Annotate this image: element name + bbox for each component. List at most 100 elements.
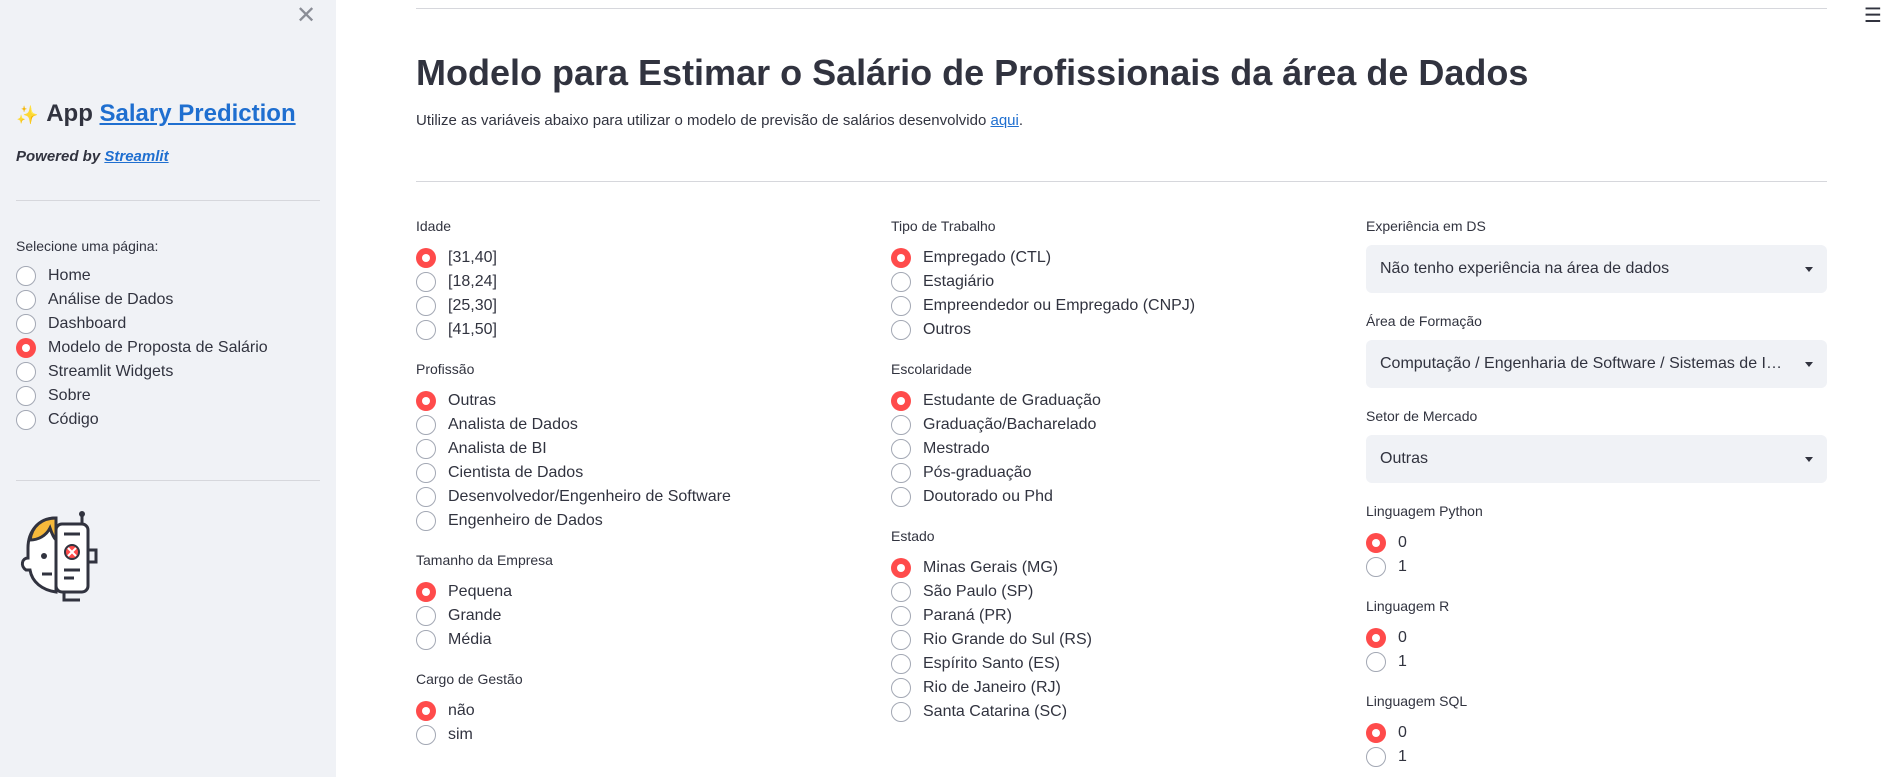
subtitle-end: .: [1018, 112, 1024, 129]
radio-option-label: [25,30]: [448, 297, 497, 314]
radio-option[interactable]: Mestrado: [891, 437, 1101, 461]
app-title-link[interactable]: Salary Prediction: [100, 100, 296, 127]
radio-option[interactable]: Outros: [891, 318, 1195, 342]
radio-circle-icon: [891, 678, 911, 698]
radio-option-label: [18,24]: [448, 273, 497, 290]
radio-option[interactable]: Pequena: [416, 580, 553, 604]
nav-option[interactable]: Sobre: [16, 384, 268, 408]
radio-option-label: Cientista de Dados: [448, 464, 584, 481]
nav-option[interactable]: Modelo de Proposta de Salário: [16, 336, 268, 360]
radio-option[interactable]: Analista de Dados: [416, 413, 731, 437]
tipo-trabalho-group: Tipo de Trabalho Empregado (CTL) Estagiári…: [891, 218, 1195, 342]
nav-option[interactable]: Código: [16, 408, 268, 432]
sidebar-divider: [16, 480, 320, 481]
radio-circle-icon: [416, 582, 436, 602]
radio-option[interactable]: Paraná (PR): [891, 604, 1092, 628]
radio-circle-icon: [891, 296, 911, 316]
radio-circle-icon: [416, 630, 436, 650]
radio-group-label: Cargo de Gestão: [416, 671, 523, 687]
radio-option-label: Espírito Santo (ES): [923, 655, 1060, 672]
radio-option[interactable]: Desenvolvedor/Engenheiro de Software: [416, 485, 731, 509]
radio-option[interactable]: [25,30]: [416, 294, 497, 318]
radio-option[interactable]: Rio de Janeiro (RJ): [891, 676, 1092, 700]
cargo-gestao-group: Cargo de Gestão não sim: [416, 671, 523, 747]
radio-option-label: 1: [1398, 748, 1407, 765]
radio-option[interactable]: Empregado (CTL): [891, 246, 1195, 270]
radio-option-label: sim: [448, 726, 473, 743]
radio-option[interactable]: Outras: [416, 389, 731, 413]
radio-option-label: Grande: [448, 607, 502, 624]
radio-option[interactable]: 1: [1366, 650, 1449, 674]
radio-option[interactable]: Grande: [416, 604, 553, 628]
radio-option[interactable]: São Paulo (SP): [891, 580, 1092, 604]
nav-option[interactable]: Análise de Dados: [16, 288, 268, 312]
radio-option[interactable]: [41,50]: [416, 318, 497, 342]
radio-option-label: Estudante de Graduação: [923, 392, 1101, 409]
radio-option[interactable]: Estudante de Graduação: [891, 389, 1101, 413]
radio-option[interactable]: Rio Grande do Sul (RS): [891, 628, 1092, 652]
radio-option[interactable]: Doutorado ou Phd: [891, 485, 1101, 509]
radio-option-label: 0: [1398, 724, 1407, 741]
radio-option[interactable]: Estagiário: [891, 270, 1195, 294]
radio-circle-icon: [1366, 652, 1386, 672]
radio-option[interactable]: Analista de BI: [416, 437, 731, 461]
radio-option[interactable]: 0: [1366, 531, 1483, 555]
hamburger-menu-icon[interactable]: ☰: [1864, 6, 1882, 26]
tamanho-empresa-group: Tamanho da Empresa Pequena Grande Média: [416, 552, 553, 652]
radio-option[interactable]: Santa Catarina (SC): [891, 700, 1092, 724]
experiencia-select[interactable]: Não tenho experiência na área de dados: [1366, 245, 1827, 293]
radio-circle-icon: [1366, 557, 1386, 577]
radio-option-label: Analista de Dados: [448, 416, 578, 433]
radio-option[interactable]: Média: [416, 628, 553, 652]
close-sidebar-icon[interactable]: ✕: [296, 4, 316, 28]
radio-option[interactable]: Minas Gerais (MG): [891, 556, 1092, 580]
nav-option[interactable]: Home: [16, 264, 268, 288]
radio-group-label: Idade: [416, 218, 452, 234]
radio-option[interactable]: Graduação/Bacharelado: [891, 413, 1101, 437]
radio-option-label: 1: [1398, 558, 1407, 575]
radio-option-label: São Paulo (SP): [923, 583, 1034, 600]
radio-circle-icon: [416, 272, 436, 292]
subtitle-link[interactable]: aqui: [990, 112, 1018, 129]
radio-option[interactable]: sim: [416, 723, 523, 747]
radio-group-label: Linguagem Python: [1366, 503, 1483, 519]
radio-option-label: Outras: [448, 392, 497, 409]
streamlit-link[interactable]: Streamlit: [104, 148, 168, 165]
radio-option[interactable]: [18,24]: [416, 270, 497, 294]
radio-option[interactable]: Cientista de Dados: [416, 461, 731, 485]
radio-group-label: Tamanho da Empresa: [416, 552, 553, 568]
idade-group: Idade [31,40] [18,24] [25,30] [41,50]: [416, 218, 497, 342]
radio-circle-icon: [416, 415, 436, 435]
formacao-select[interactable]: Computação / Engenharia de Software / Si…: [1366, 340, 1827, 388]
nav-option[interactable]: Streamlit Widgets: [16, 360, 268, 384]
radio-option[interactable]: 0: [1366, 626, 1449, 650]
nav-option[interactable]: Dashboard: [16, 312, 268, 336]
setor-select[interactable]: Outras: [1366, 435, 1827, 483]
estado-group: Estado Minas Gerais (MG) São Paulo (SP) Par…: [891, 528, 1092, 724]
radio-option-label: Minas Gerais (MG): [923, 559, 1059, 576]
radio-option[interactable]: 1: [1366, 745, 1467, 769]
radio-option[interactable]: Engenheiro de Dados: [416, 509, 731, 533]
radio-option-label: Doutorado ou Phd: [923, 488, 1053, 505]
radio-option[interactable]: Espírito Santo (ES): [891, 652, 1092, 676]
radio-option-label: Estagiário: [923, 273, 995, 290]
page-nav-radio-group: Home Análise de Dados Dashboard Modelo de P…: [16, 264, 268, 432]
nav-option-label: Streamlit Widgets: [48, 363, 174, 380]
radio-option-label: Santa Catarina (SC): [923, 703, 1068, 720]
nav-option-label: Código: [48, 411, 99, 428]
radio-option[interactable]: não: [416, 699, 523, 723]
radio-option[interactable]: 1: [1366, 555, 1483, 579]
radio-group-label: Tipo de Trabalho: [891, 218, 996, 234]
radio-option[interactable]: Pós-graduação: [891, 461, 1101, 485]
nav-label: Selecione uma página:: [16, 238, 159, 254]
radio-circle-icon: [891, 463, 911, 483]
radio-option[interactable]: Empreendedor ou Empregado (CNPJ): [891, 294, 1195, 318]
radio-circle-icon: [416, 701, 436, 721]
radio-option-label: Outros: [923, 321, 972, 338]
radio-option[interactable]: 0: [1366, 721, 1467, 745]
app-title: ✨ App Salary Prediction: [16, 100, 296, 128]
radio-circle-icon: [891, 582, 911, 602]
radio-option[interactable]: [31,40]: [416, 246, 497, 270]
radio-circle-icon: [16, 386, 36, 406]
sidebar-divider: [16, 200, 320, 201]
